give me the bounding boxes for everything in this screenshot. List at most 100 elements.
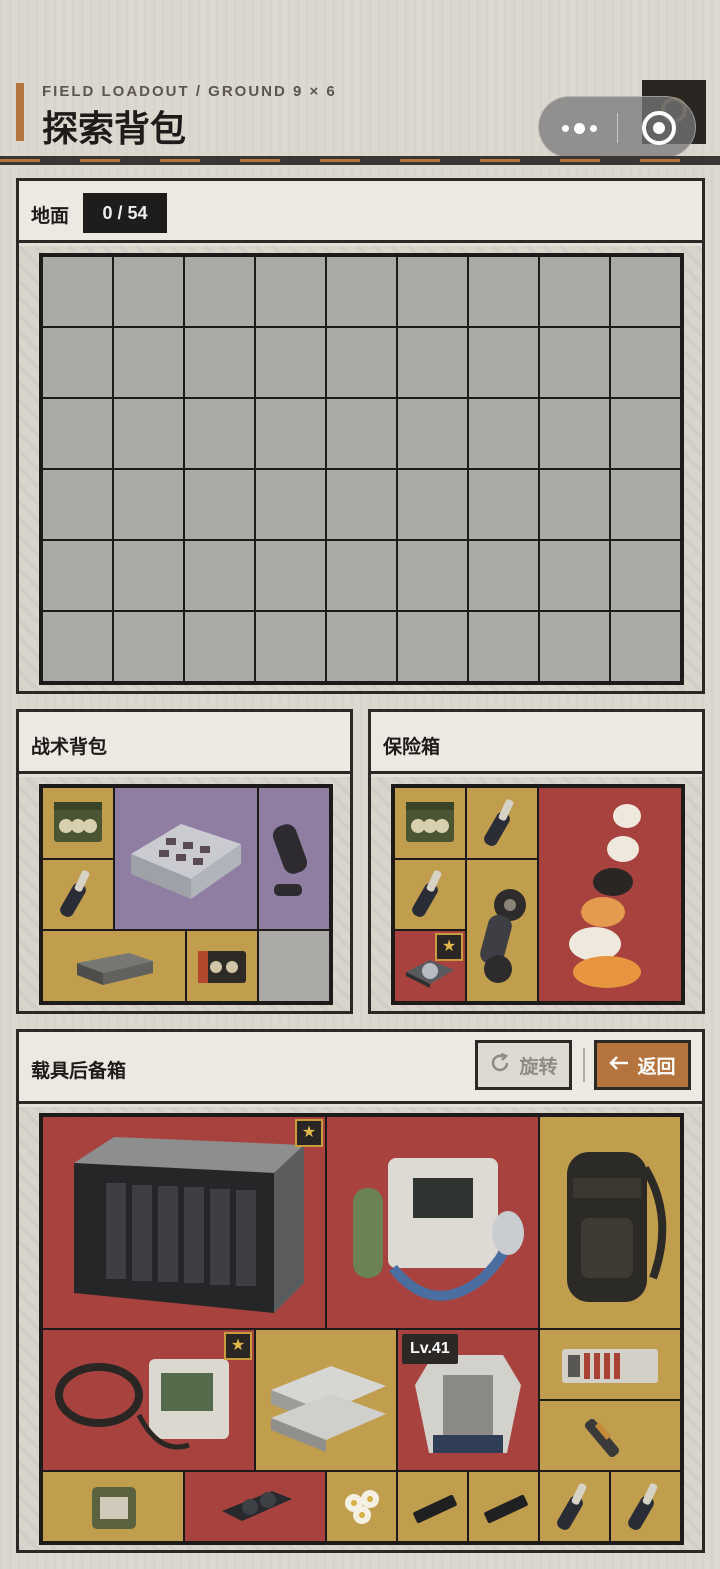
back-button[interactable]: 返回	[594, 1040, 691, 1090]
ground-cell[interactable]	[398, 470, 467, 539]
gpu-icon[interactable]	[185, 1472, 325, 1541]
ground-cell[interactable]	[611, 541, 680, 610]
circuit-board-icon[interactable]	[540, 1330, 680, 1399]
router-icon[interactable]	[43, 931, 185, 1001]
ssd-icon[interactable]	[398, 1472, 467, 1541]
header: FIELD LOADOUT / GROUND 9 × 6 探索背包	[0, 0, 720, 165]
ground-cell[interactable]	[43, 470, 112, 539]
oxygen-machine-icon[interactable]	[327, 1117, 538, 1328]
vehicle-trunk-body: ★ ★ Lv.41	[19, 1107, 702, 1550]
ground-cell[interactable]	[398, 399, 467, 468]
ground-cell[interactable]	[611, 328, 680, 397]
body-armor-icon[interactable]: Lv.41	[398, 1330, 538, 1470]
ground-cell[interactable]	[611, 257, 680, 326]
grip-parts-icon[interactable]	[395, 859, 465, 930]
hard-drive-icon[interactable]: ★	[395, 931, 465, 1001]
ground-cell[interactable]	[327, 399, 396, 468]
ground-cell[interactable]	[469, 257, 538, 326]
cassette-icon[interactable]	[187, 931, 257, 1001]
field-ration-icon[interactable]	[43, 1472, 183, 1541]
ground-cell[interactable]	[398, 541, 467, 610]
grip-parts-icon[interactable]	[611, 1472, 680, 1541]
ground-cell[interactable]	[611, 612, 680, 681]
ground-cell[interactable]	[611, 399, 680, 468]
ground-cell[interactable]	[114, 328, 183, 397]
ground-cell[interactable]	[327, 470, 396, 539]
ground-panel-body	[19, 246, 702, 691]
ground-cell[interactable]	[114, 470, 183, 539]
ground-capacity-counter: 0 / 54	[83, 193, 167, 233]
close-target-icon[interactable]	[642, 111, 676, 145]
ground-cell[interactable]	[114, 541, 183, 610]
ground-cell[interactable]	[185, 328, 254, 397]
ground-cell[interactable]	[540, 541, 609, 610]
grip-parts-icon[interactable]	[540, 1472, 609, 1541]
safe-box-panel: 保险箱 ★	[368, 709, 705, 1014]
ground-cell[interactable]	[114, 612, 183, 681]
ground-cell[interactable]	[540, 612, 609, 681]
backpack-icon[interactable]	[540, 1117, 680, 1328]
empty-slot[interactable]	[259, 931, 329, 1001]
storage-box-icon[interactable]	[115, 788, 257, 930]
ground-cell[interactable]	[114, 399, 183, 468]
ground-cell[interactable]	[398, 328, 467, 397]
server-rack-icon[interactable]: ★	[43, 1117, 325, 1328]
ground-cell[interactable]	[185, 470, 254, 539]
ground-cell[interactable]	[185, 399, 254, 468]
ground-cell[interactable]	[43, 328, 112, 397]
cat-stack-icon[interactable]	[539, 788, 681, 1001]
item-level-badge: Lv.41	[402, 1334, 458, 1364]
title-accent-bar	[16, 83, 24, 141]
ground-cell[interactable]	[256, 541, 325, 610]
ground-cell[interactable]	[469, 470, 538, 539]
ammo-crate-icon[interactable]	[395, 788, 465, 858]
ground-cell[interactable]	[185, 612, 254, 681]
ground-cell[interactable]	[43, 257, 112, 326]
ground-cell[interactable]	[327, 612, 396, 681]
ground-cell[interactable]	[398, 612, 467, 681]
rotate-button[interactable]: 旋转	[475, 1040, 572, 1090]
scope-parts-icon[interactable]	[259, 788, 329, 930]
film-roll-icon[interactable]	[467, 859, 537, 1001]
ground-cell[interactable]	[43, 541, 112, 610]
ground-cell[interactable]	[469, 328, 538, 397]
ground-cell[interactable]	[398, 257, 467, 326]
ground-cell[interactable]	[43, 612, 112, 681]
ground-cell[interactable]	[185, 257, 254, 326]
ground-cell[interactable]	[611, 470, 680, 539]
grip-parts-icon[interactable]	[467, 788, 537, 858]
ground-cell[interactable]	[327, 328, 396, 397]
tactical-backpack-title: 战术背包	[31, 736, 108, 758]
ground-cell[interactable]	[469, 541, 538, 610]
ssd-icon[interactable]	[469, 1472, 538, 1541]
ground-cell[interactable]	[256, 328, 325, 397]
ground-grid[interactable]	[39, 253, 684, 685]
ground-cell[interactable]	[540, 328, 609, 397]
mini-program-capsule	[538, 96, 696, 158]
ammo-crate-icon[interactable]	[43, 788, 113, 858]
silver-plates-icon[interactable]	[256, 1330, 396, 1470]
ground-panel-header: 地面 0 / 54	[19, 181, 702, 243]
capsule-divider	[617, 113, 618, 143]
ground-cell[interactable]	[256, 257, 325, 326]
helmet-device-icon[interactable]: ★	[43, 1330, 254, 1470]
ground-cell[interactable]	[540, 399, 609, 468]
grip-parts-icon[interactable]	[43, 859, 113, 930]
ground-cell[interactable]	[185, 541, 254, 610]
ground-cell[interactable]	[469, 612, 538, 681]
injector-icon[interactable]	[540, 1401, 680, 1470]
ground-cell[interactable]	[469, 399, 538, 468]
ground-cell[interactable]	[327, 257, 396, 326]
more-menu-icon[interactable]	[559, 117, 599, 139]
ground-cell[interactable]	[540, 257, 609, 326]
ground-cell[interactable]	[327, 541, 396, 610]
ground-cell[interactable]	[256, 612, 325, 681]
ground-cell[interactable]	[256, 399, 325, 468]
ground-cell[interactable]	[114, 257, 183, 326]
ground-cell[interactable]	[540, 470, 609, 539]
vehicle-trunk-title: 载具后备箱	[31, 1060, 127, 1082]
ground-cell[interactable]	[256, 470, 325, 539]
flower-icon[interactable]	[327, 1472, 396, 1541]
ground-cell[interactable]	[43, 399, 112, 468]
rotate-icon	[489, 1052, 511, 1079]
